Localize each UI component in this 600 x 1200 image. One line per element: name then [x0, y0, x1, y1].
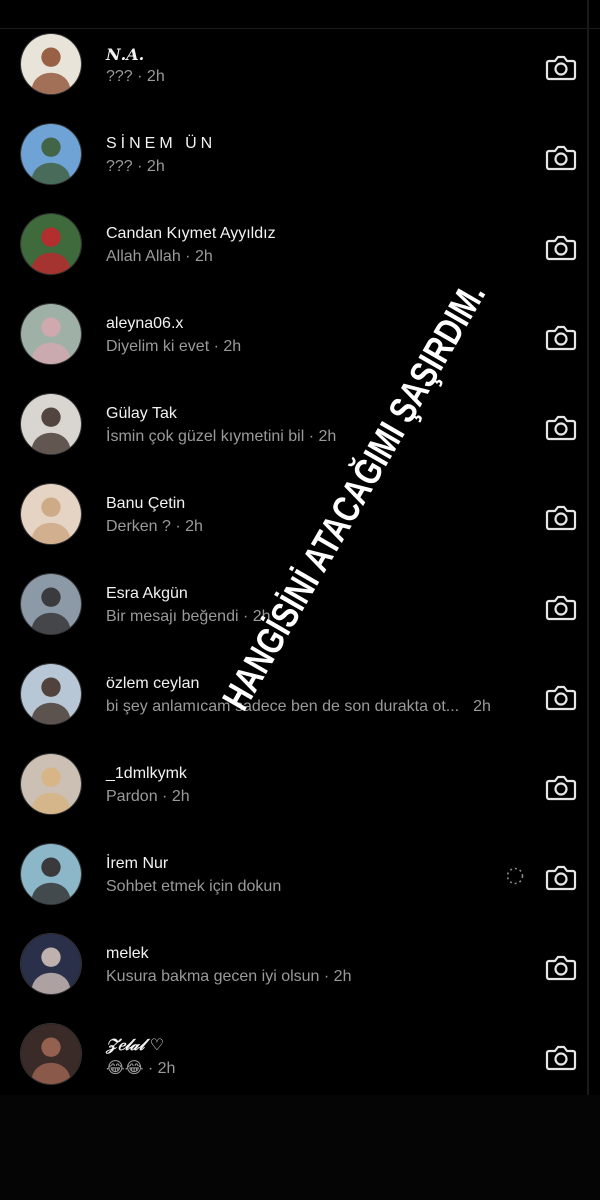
thread-preview-text: bi şey anlamıcam sadece ben de son durak…: [106, 698, 460, 715]
thread-preview: Allah Allah · 2h: [106, 248, 213, 266]
thread-preview-text: ??? · 2h: [106, 68, 165, 85]
thread-time: 2h: [473, 698, 491, 715]
thread-row[interactable]: Gülay Tak İsmin çok güzel kıymetini bil ·…: [0, 392, 600, 482]
camera-icon[interactable]: [545, 323, 577, 351]
thread-preview: 😂😂 · 2h: [106, 1058, 175, 1078]
thread-name: Candan Kıymet Ayyıldız: [106, 225, 276, 242]
thread-name: özlem ceylan: [106, 675, 200, 692]
thread-name: Gülay Tak: [106, 405, 177, 422]
avatar[interactable]: [20, 933, 82, 995]
header-divider: [0, 28, 600, 29]
thread-name: 𝑵.𝑨.: [106, 45, 145, 64]
camera-icon[interactable]: [545, 863, 577, 891]
thread-preview-text: 😂😂 · 2h: [106, 1060, 176, 1077]
thread-preview: Pardon · 2h: [106, 788, 190, 806]
camera-icon[interactable]: [545, 593, 577, 621]
thread-name: melek: [106, 945, 149, 962]
thread-name: Esra Akgün: [106, 585, 188, 602]
avatar[interactable]: [20, 393, 82, 455]
loading-spinner-icon: [505, 866, 525, 886]
thread-name: SİNEM ÜN: [106, 135, 217, 152]
camera-icon[interactable]: [545, 683, 577, 711]
avatar[interactable]: [20, 663, 82, 725]
thread-preview: Bir mesajı beğendi · 2h: [106, 608, 271, 626]
camera-icon[interactable]: [545, 953, 577, 981]
camera-icon[interactable]: [545, 143, 577, 171]
avatar[interactable]: [20, 1023, 82, 1085]
thread-name: 𝒵𝑒𝓁𝒶𝓁 ♡: [106, 1035, 165, 1054]
thread-preview: Diyelim ki evet · 2h: [106, 338, 241, 356]
thread-preview-text: Bir mesajı beğendi · 2h: [106, 608, 271, 625]
thread-preview: ??? · 2h: [106, 68, 165, 86]
thread-preview: Kusura bakma gecen iyi olsun · 2h: [106, 968, 351, 986]
thread-preview-text: Allah Allah · 2h: [106, 248, 213, 265]
avatar[interactable]: [20, 303, 82, 365]
thread-preview-text: Derken ? · 2h: [106, 518, 203, 535]
thread-name: İrem Nur: [106, 855, 169, 872]
thread-preview: Derken ? · 2h: [106, 518, 203, 536]
camera-icon[interactable]: [545, 413, 577, 441]
avatar[interactable]: [20, 213, 82, 275]
thread-row[interactable]: aleyna06.x Diyelim ki evet · 2h: [0, 302, 600, 392]
thread-preview-text: Sohbet etmek için dokun: [106, 878, 282, 895]
camera-icon[interactable]: [545, 53, 577, 81]
avatar[interactable]: [20, 33, 82, 95]
camera-icon[interactable]: [545, 233, 577, 261]
thread-row[interactable]: SİNEM ÜN ??? · 2h: [0, 122, 600, 212]
avatar[interactable]: [20, 573, 82, 635]
thread-preview-text: İsmin çok güzel kıymetini bil · 2h: [106, 428, 337, 445]
thread-row[interactable]: 𝑵.𝑨. ??? · 2h: [0, 32, 600, 122]
thread-name: Banu Çetin: [106, 495, 186, 512]
camera-icon[interactable]: [545, 1043, 577, 1071]
thread-preview-text: Pardon · 2h: [106, 788, 190, 805]
thread-preview: Sohbet etmek için dokun: [106, 878, 281, 896]
camera-icon[interactable]: [545, 773, 577, 801]
thread-name: aleyna06.x: [106, 315, 184, 332]
bottom-area: [0, 1095, 600, 1200]
thread-row[interactable]: _1dmlkymk Pardon · 2h: [0, 752, 600, 842]
thread-row[interactable]: melek Kusura bakma gecen iyi olsun · 2h: [0, 932, 600, 1022]
avatar[interactable]: [20, 843, 82, 905]
thread-name: _1dmlkymk: [106, 765, 187, 782]
avatar[interactable]: [20, 753, 82, 815]
thread-preview: ??? · 2h: [106, 158, 165, 176]
thread-preview-text: Kusura bakma gecen iyi olsun · 2h: [106, 968, 352, 985]
thread-preview-text: ??? · 2h: [106, 158, 165, 175]
thread-preview: bi şey anlamıcam sadece ben de son durak…: [106, 698, 491, 716]
avatar[interactable]: [20, 483, 82, 545]
thread-preview: İsmin çok güzel kıymetini bil · 2h: [106, 428, 336, 446]
thread-row[interactable]: özlem ceylan bi şey anlamıcam sadece ben …: [0, 662, 600, 752]
thread-row[interactable]: İrem Nur Sohbet etmek için dokun: [0, 842, 600, 932]
camera-icon[interactable]: [545, 503, 577, 531]
thread-preview-text: Diyelim ki evet · 2h: [106, 338, 242, 355]
avatar[interactable]: [20, 123, 82, 185]
